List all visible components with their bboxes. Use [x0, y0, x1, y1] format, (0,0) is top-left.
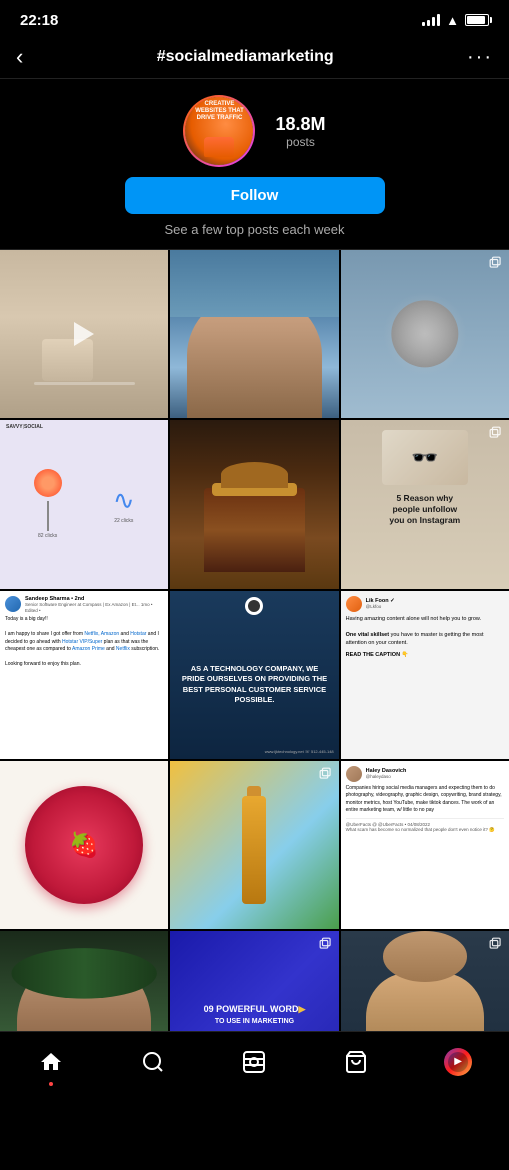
profile-play-icon: ▶: [454, 1056, 462, 1067]
avatar: CREATIVE WEBSITES THAT DRIVE TRAFFIC: [183, 95, 255, 167]
grid-item[interactable]: Haley Dasovich @haleydaso Companies hiri…: [341, 761, 509, 929]
see-few-posts-text: See a few top posts each week: [165, 222, 345, 237]
grid-item[interactable]: [170, 420, 338, 588]
avatar-image: CREATIVE WEBSITES THAT DRIVE TRAFFIC: [185, 97, 253, 165]
lollipop-left: 82 clicks: [34, 469, 62, 539]
grid-item[interactable]: AS A TECHNOLOGY COMPANY, WE PRIDE OURSEL…: [170, 591, 338, 759]
multi-image-icon: [489, 256, 503, 270]
reels-nav-item[interactable]: [234, 1042, 274, 1082]
home-nav-dot: [49, 1082, 53, 1086]
multi-image-icon: [319, 767, 333, 781]
reels-icon: [242, 1050, 266, 1074]
multi-image-icon: [319, 937, 333, 951]
grid-item[interactable]: 82 clicks ∿ 22 clicks SAVVY|SOCIAL: [0, 420, 168, 588]
grid-item[interactable]: Lik Foon ✓ @Lkfoo Having amazing content…: [341, 591, 509, 759]
grid-item[interactable]: 🍓: [0, 761, 168, 929]
hashtag-title: #socialmediamarketing: [23, 48, 467, 66]
profile-header: CREATIVE WEBSITES THAT DRIVE TRAFFIC 18.…: [0, 79, 509, 250]
home-icon: [39, 1050, 63, 1074]
grid-item[interactable]: [170, 250, 338, 418]
shop-nav-item[interactable]: [336, 1042, 376, 1082]
home-nav-item[interactable]: [31, 1042, 71, 1082]
back-button[interactable]: ‹: [16, 44, 23, 70]
shop-icon: [344, 1050, 368, 1074]
grid-item[interactable]: Sandeep Sharma • 2nd Senior Software Eng…: [0, 591, 168, 759]
posts-count: 18.8M posts: [275, 114, 325, 149]
search-nav-item[interactable]: [133, 1042, 173, 1082]
multi-image-icon: [489, 426, 503, 440]
status-bar: 22:18 ▲: [0, 0, 509, 36]
grid-item[interactable]: 🕶️ 5 Reason whypeople unfollowyou on Ins…: [341, 420, 509, 588]
follow-button[interactable]: Follow: [125, 177, 385, 214]
multi-image-icon: [489, 937, 503, 951]
wifi-icon: ▲: [446, 13, 459, 28]
grid-item[interactable]: [170, 761, 338, 929]
profile-avatar: ▶: [444, 1048, 472, 1076]
more-options-button[interactable]: ···: [467, 46, 493, 69]
posts-number: 18.8M: [275, 114, 325, 135]
status-icons: ▲: [422, 13, 489, 28]
grid-item[interactable]: [341, 250, 509, 418]
profile-top: CREATIVE WEBSITES THAT DRIVE TRAFFIC 18.…: [20, 95, 489, 167]
wifi-lollipop: ∿ 22 clicks: [113, 485, 135, 524]
posts-label: posts: [275, 135, 325, 149]
video-play-icon: [74, 322, 94, 346]
posts-grid: 82 clicks ∿ 22 clicks SAVVY|SOCIAL 🕶️ 5 …: [0, 250, 509, 1100]
profile-nav-item[interactable]: ▶: [438, 1042, 478, 1082]
signal-icon: [422, 14, 440, 26]
battery-icon: [465, 14, 489, 26]
bottom-nav: ▶: [0, 1031, 509, 1101]
search-icon: [141, 1050, 165, 1074]
top-nav: ‹ #socialmediamarketing ···: [0, 36, 509, 79]
status-time: 22:18: [20, 12, 58, 29]
grid-item[interactable]: [0, 250, 168, 418]
